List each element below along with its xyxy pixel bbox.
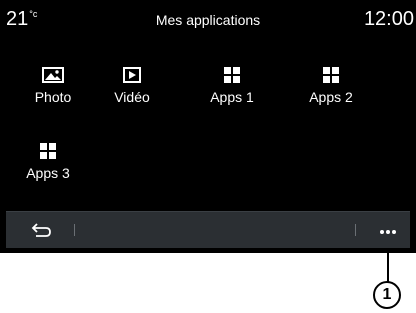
back-arrow-icon[interactable] <box>30 221 54 239</box>
status-bar: 21°c Mes applications 12:00 <box>0 0 416 40</box>
clock: 12:00 <box>363 8 414 30</box>
app-video[interactable]: Vidéo <box>84 67 180 105</box>
app-label: Apps 1 <box>210 89 254 105</box>
more-dots-icon[interactable] <box>376 222 400 238</box>
page-title: Mes applications <box>155 12 261 28</box>
multimedia-screen: 21°c Mes applications 12:00 Photo Vidéo … <box>0 0 416 253</box>
app-apps-2[interactable]: Apps 2 <box>283 67 379 105</box>
app-apps-3[interactable]: Apps 3 <box>0 143 96 181</box>
app-apps-1[interactable]: Apps 1 <box>184 67 280 105</box>
callout-marker: 1 <box>373 281 401 309</box>
nav-divider <box>74 224 75 236</box>
bottom-nav-bar <box>6 211 410 248</box>
video-play-icon <box>84 67 180 88</box>
app-label: Apps 2 <box>309 89 353 105</box>
callout-leader-line <box>387 252 389 282</box>
apps-grid-icon <box>0 143 96 164</box>
apps-grid-icon <box>184 67 280 88</box>
app-label: Vidéo <box>114 89 150 105</box>
nav-divider <box>355 224 356 236</box>
app-label: Apps 3 <box>26 165 70 181</box>
apps-grid-icon <box>283 67 379 88</box>
